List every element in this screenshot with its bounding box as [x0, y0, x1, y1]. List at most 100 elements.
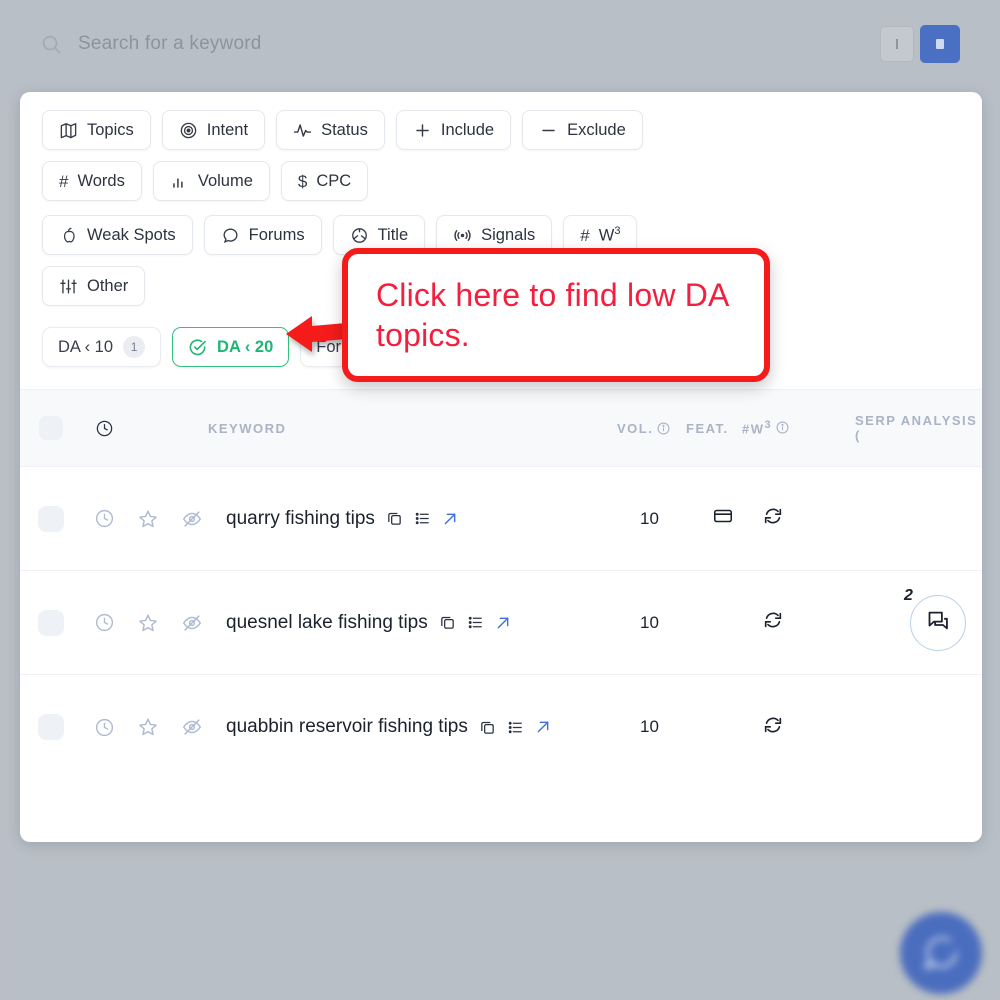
row-checkbox[interactable]	[20, 714, 82, 740]
favorite-star-icon[interactable]	[126, 612, 170, 634]
keyword-text[interactable]: quabbin reservoir fishing tips	[226, 716, 468, 738]
row-checkbox[interactable]	[20, 610, 82, 636]
filter-words-label: Words	[77, 172, 124, 191]
history-icon[interactable]	[82, 717, 126, 738]
filter-status-label: Status	[321, 121, 368, 140]
refresh-icon[interactable]	[762, 609, 784, 636]
keyword-cell: quesnel lake fishing tips	[226, 612, 511, 634]
credit-card-icon[interactable]	[712, 505, 734, 532]
apple-icon	[59, 226, 78, 245]
chat-support-fab[interactable]	[900, 912, 982, 994]
search-icon	[40, 33, 62, 55]
saved-filter-da-20-label: DA ‹ 20	[217, 338, 273, 357]
select-all-checkbox[interactable]	[20, 416, 82, 440]
target-icon	[179, 121, 198, 140]
refresh-icon[interactable]	[762, 505, 784, 532]
table-row[interactable]: quesnel lake fishing tips 10 2	[20, 571, 982, 675]
app-root: Search for a keyword	[0, 0, 1000, 1000]
hash-icon: #	[580, 227, 589, 244]
filter-cpc[interactable]: $ CPC	[281, 161, 368, 201]
info-icon[interactable]	[657, 422, 670, 435]
filter-forums[interactable]: Forums	[204, 215, 322, 255]
hide-keyword-icon[interactable]	[170, 612, 214, 634]
activity-icon	[293, 121, 312, 140]
column-header-w3-superscript: 3	[765, 419, 773, 431]
filter-weak-spots-label: Weak Spots	[87, 226, 176, 245]
saved-filter-da-10-label: DA ‹ 10	[58, 338, 113, 357]
bar-chart-icon	[170, 172, 189, 191]
copy-icon[interactable]	[386, 510, 403, 527]
plus-icon	[413, 121, 432, 140]
filter-row-1: Topics Intent Stat	[42, 110, 960, 150]
keyword-text[interactable]: quesnel lake fishing tips	[226, 612, 428, 634]
keyword-cell: quarry fishing tips	[226, 508, 458, 530]
table-row[interactable]: quarry fishing tips 10 3	[20, 467, 982, 571]
copy-icon[interactable]	[439, 614, 456, 631]
open-external-icon[interactable]	[442, 511, 458, 527]
filter-words[interactable]: # Words	[42, 161, 142, 201]
search-bar[interactable]: Search for a keyword	[0, 0, 1000, 88]
filter-intent-label: Intent	[207, 121, 248, 140]
copy-icon[interactable]	[479, 719, 496, 736]
filter-status[interactable]: Status	[276, 110, 385, 150]
column-header-keyword[interactable]: KEYWORD	[208, 421, 286, 436]
open-external-icon[interactable]	[495, 615, 511, 631]
table-header: KEYWORD VOL. FEAT. #W3 SERP ANALYSIS ( P…	[20, 389, 982, 467]
primary-action-button[interactable]	[920, 25, 960, 63]
column-header-feat[interactable]: FEAT.	[686, 421, 729, 436]
history-icon[interactable]	[82, 508, 126, 529]
filter-exclude[interactable]: Exclude	[522, 110, 643, 150]
search-input[interactable]: Search for a keyword	[78, 33, 262, 55]
dollar-icon: $	[298, 173, 307, 190]
row-checkbox[interactable]	[20, 506, 82, 532]
filter-row-2: # Words Volume $ CPC	[42, 161, 960, 201]
filter-volume[interactable]: Volume	[153, 161, 270, 201]
open-external-icon[interactable]	[535, 719, 551, 735]
table-row[interactable]: quabbin reservoir fishing tips 10	[20, 675, 982, 779]
filter-topics[interactable]: Topics	[42, 110, 151, 150]
list-icon[interactable]	[467, 614, 484, 631]
hash-icon: #	[59, 173, 68, 190]
favorite-star-icon[interactable]	[126, 508, 170, 530]
keyword-cell: quabbin reservoir fishing tips	[226, 716, 551, 738]
filter-intent[interactable]: Intent	[162, 110, 265, 150]
hide-keyword-icon[interactable]	[170, 508, 214, 530]
column-header-w3[interactable]: #W3	[742, 419, 789, 436]
saved-filter-da-10[interactable]: DA ‹ 10 1	[42, 327, 161, 367]
filter-include[interactable]: Include	[396, 110, 511, 150]
filter-cpc-label: CPC	[316, 172, 351, 191]
filter-title-label: Title	[378, 226, 409, 245]
column-header-vol[interactable]: VOL.	[617, 421, 670, 436]
saved-filter-da-20[interactable]: DA ‹ 20	[172, 327, 289, 367]
check-circle-icon	[188, 338, 207, 357]
keyword-text[interactable]: quarry fishing tips	[226, 508, 375, 530]
volume-value: 10	[640, 613, 659, 633]
map-icon	[59, 121, 78, 140]
filter-weak-spots[interactable]: Weak Spots	[42, 215, 193, 255]
filter-other-label: Other	[87, 277, 128, 296]
filter-include-label: Include	[441, 121, 494, 140]
history-icon[interactable]	[82, 612, 126, 633]
instruction-callout-text: Click here to find low DA topics.	[376, 275, 736, 355]
sliders-icon	[59, 277, 78, 296]
history-column-icon[interactable]	[82, 419, 126, 438]
list-icon[interactable]	[414, 510, 431, 527]
favorite-star-icon[interactable]	[126, 716, 170, 738]
broadcast-icon	[453, 226, 472, 245]
list-icon[interactable]	[507, 719, 524, 736]
instruction-callout: Click here to find low DA topics.	[342, 248, 770, 382]
minus-icon	[539, 121, 558, 140]
results-panel: Topics Intent Stat	[20, 92, 982, 842]
filter-toggle-button[interactable]	[880, 26, 914, 62]
filter-other[interactable]: Other	[42, 266, 145, 306]
hide-keyword-icon[interactable]	[170, 716, 214, 738]
info-icon[interactable]	[776, 421, 789, 434]
forum-icon	[925, 607, 952, 639]
serp-analysis-badge[interactable]	[910, 595, 966, 651]
refresh-icon[interactable]	[762, 714, 784, 741]
column-header-serp-analysis[interactable]: SERP ANALYSIS (	[855, 413, 982, 443]
filter-forums-label: Forums	[249, 226, 305, 245]
serp-count: 2	[904, 587, 913, 605]
volume-value: 10	[640, 509, 659, 529]
volume-value: 10	[640, 717, 659, 737]
